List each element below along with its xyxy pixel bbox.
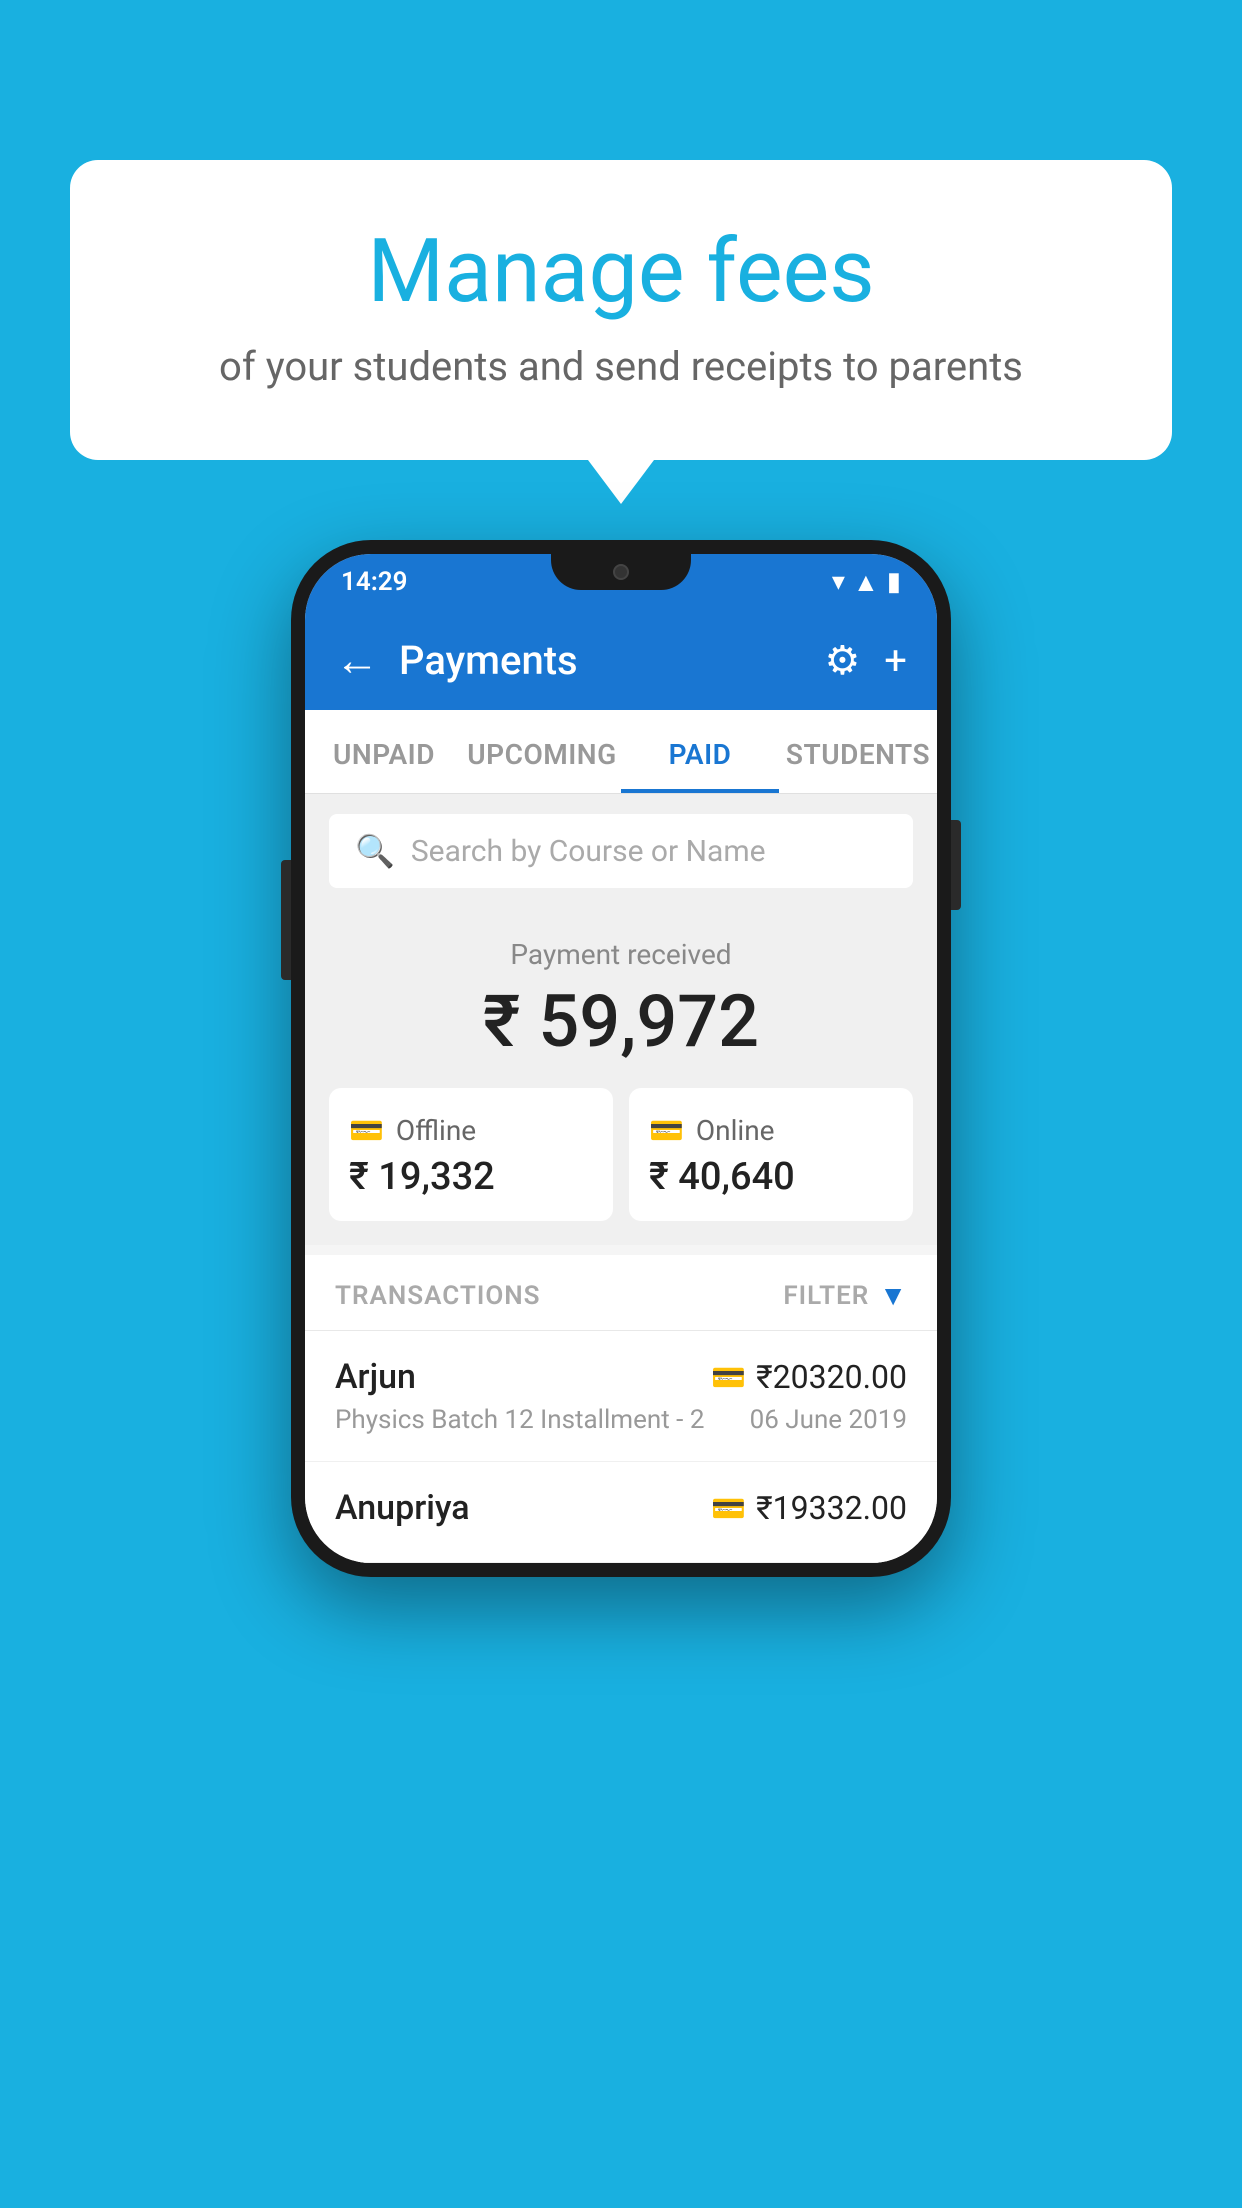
payment-cards: 💳 Offline ₹ 19,332 💳 Online ₹ 40,640 (329, 1088, 913, 1221)
table-row[interactable]: Anupriya 💳 ₹19332.00 (305, 1462, 937, 1563)
payment-type-icon-anupriya: 💳 (711, 1492, 746, 1525)
search-bar[interactable]: 🔍 Search by Course or Name (329, 814, 913, 888)
camera-dot (613, 564, 629, 580)
phone-notch (551, 554, 691, 590)
filter-container[interactable]: FILTER ▼ (783, 1279, 907, 1312)
speech-bubble-container: Manage fees of your students and send re… (70, 160, 1172, 460)
tab-students[interactable]: STUDENTS (779, 710, 937, 793)
phone-screen: 14:29 ▾ ▲ ▮ ← Payments ⚙ + UNPAID (305, 554, 937, 1563)
transaction-name-anupriya: Anupriya (335, 1488, 470, 1528)
online-icon: 💳 (649, 1114, 684, 1147)
battery-icon: ▮ (887, 567, 901, 597)
transaction-top-anupriya: Anupriya 💳 ₹19332.00 (335, 1488, 907, 1528)
table-row[interactable]: Arjun 💳 ₹20320.00 Physics Batch 12 Insta… (305, 1331, 937, 1462)
offline-card-header: 💳 Offline (349, 1114, 593, 1147)
transaction-course-arjun: Physics Batch 12 Installment - 2 (335, 1405, 704, 1435)
online-label: Online (696, 1114, 775, 1147)
app-bar-title: Payments (399, 637, 824, 684)
app-bar-actions: ⚙ + (824, 637, 907, 684)
transaction-bottom-arjun: Physics Batch 12 Installment - 2 06 June… (335, 1405, 907, 1435)
tab-paid[interactable]: PAID (621, 710, 779, 793)
payment-section: Payment received ₹ 59,972 💳 Offline ₹ 19… (305, 908, 937, 1245)
transactions-header: TRANSACTIONS FILTER ▼ (305, 1255, 937, 1331)
payment-received-label: Payment received (329, 938, 913, 971)
search-container: 🔍 Search by Course or Name (305, 794, 937, 908)
app-bar: ← Payments ⚙ + (305, 610, 937, 710)
speech-bubble: Manage fees of your students and send re… (70, 160, 1172, 460)
signal-icon: ▲ (853, 567, 879, 598)
offline-amount: ₹ 19,332 (349, 1155, 593, 1199)
amount-container-anupriya: 💳 ₹19332.00 (711, 1489, 907, 1527)
transaction-date-arjun: 06 June 2019 (750, 1405, 907, 1435)
transaction-name-arjun: Arjun (335, 1357, 416, 1397)
search-icon: 🔍 (355, 832, 395, 870)
search-input[interactable]: Search by Course or Name (411, 834, 766, 869)
amount-container-arjun: 💳 ₹20320.00 (711, 1358, 907, 1396)
status-icons: ▾ ▲ ▮ (832, 567, 901, 598)
tabs-container: UNPAID UPCOMING PAID STUDENTS (305, 710, 937, 794)
tab-upcoming[interactable]: UPCOMING (463, 710, 621, 793)
payment-type-icon-arjun: 💳 (711, 1361, 746, 1394)
status-time: 14:29 (341, 567, 408, 597)
add-icon[interactable]: + (884, 637, 907, 684)
filter-label: FILTER (783, 1281, 869, 1311)
transaction-amount-arjun: ₹20320.00 (756, 1358, 907, 1396)
online-amount: ₹ 40,640 (649, 1155, 893, 1199)
offline-label: Offline (396, 1114, 476, 1147)
tab-unpaid[interactable]: UNPAID (305, 710, 463, 793)
phone-mockup: 14:29 ▾ ▲ ▮ ← Payments ⚙ + UNPAID (291, 540, 951, 1577)
filter-icon: ▼ (879, 1279, 907, 1312)
speech-bubble-subtitle: of your students and send receipts to pa… (150, 343, 1092, 390)
transaction-top-arjun: Arjun 💳 ₹20320.00 (335, 1357, 907, 1397)
offline-card: 💳 Offline ₹ 19,332 (329, 1088, 613, 1221)
wifi-icon: ▾ (832, 567, 845, 597)
phone-frame: 14:29 ▾ ▲ ▮ ← Payments ⚙ + UNPAID (291, 540, 951, 1577)
online-card-header: 💳 Online (649, 1114, 893, 1147)
settings-icon[interactable]: ⚙ (824, 637, 860, 684)
speech-bubble-title: Manage fees (150, 220, 1092, 323)
transaction-amount-anupriya: ₹19332.00 (756, 1489, 907, 1527)
transactions-label: TRANSACTIONS (335, 1281, 541, 1311)
offline-icon: 💳 (349, 1114, 384, 1147)
payment-total-amount: ₹ 59,972 (329, 979, 913, 1064)
back-button[interactable]: ← (335, 634, 379, 686)
online-card: 💳 Online ₹ 40,640 (629, 1088, 913, 1221)
